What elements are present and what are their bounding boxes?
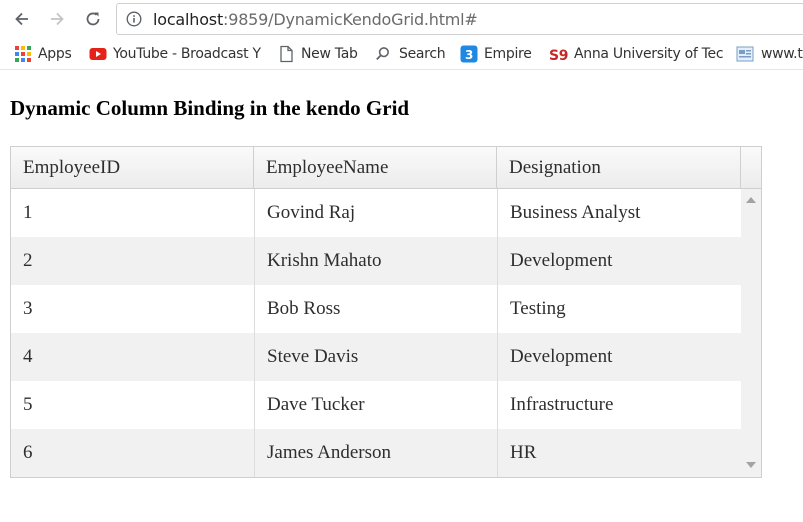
cell-employeename: Govind Raj <box>255 189 498 237</box>
page-icon <box>280 45 293 63</box>
bookmark-www[interactable]: www.t <box>735 44 803 64</box>
bookmark-label: Anna University of Tec <box>574 46 724 62</box>
site-icon <box>736 46 754 62</box>
cell-designation: Development <box>510 346 613 367</box>
cell-employeeid: 1 <box>11 189 255 237</box>
cell-employeename: Dave Tucker <box>255 381 498 429</box>
header-scroll-spacer <box>741 147 761 188</box>
bookmark-label: YouTube - Broadcast Y <box>113 46 261 62</box>
cell-designation: Testing <box>510 298 566 319</box>
bookmark-label: www.t <box>761 46 803 62</box>
scroll-down-arrow-icon[interactable] <box>746 462 756 468</box>
url-host: localhost <box>153 10 224 29</box>
address-bar[interactable]: localhost:9859/DynamicKendoGrid.html# <box>116 3 803 35</box>
cell-employeename: James Anderson <box>255 429 498 477</box>
table-row[interactable]: 3 Bob Ross Testing <box>11 285 741 333</box>
anna-university-icon: S9 <box>549 48 568 63</box>
column-header-employeeid[interactable]: EmployeeID <box>11 147 254 188</box>
cell-employeename: Bob Ross <box>255 285 498 333</box>
forward-arrow-icon <box>51 12 64 26</box>
page-title: Dynamic Column Binding in the kendo Grid <box>10 96 410 120</box>
column-header-employeename[interactable]: EmployeeName <box>254 147 497 188</box>
column-header-designation[interactable]: Designation <box>497 147 741 188</box>
empire-icon: 3 <box>460 45 478 63</box>
url-path: :9859/DynamicKendoGrid.html# <box>223 10 478 29</box>
bookmark-apps[interactable]: Apps <box>14 44 72 64</box>
back-arrow-icon <box>15 12 28 26</box>
cell-designation: HR <box>510 442 537 463</box>
cell-employeeid: 2 <box>11 237 255 285</box>
table-row[interactable]: 4 Steve Davis Development <box>11 333 741 381</box>
bookmark-anna-university[interactable]: S9 Anna University of Tec <box>548 44 724 64</box>
info-icon[interactable] <box>126 11 142 27</box>
apps-grid-icon <box>15 46 31 62</box>
reload-icon <box>86 12 100 26</box>
cell-designation: Business Analyst <box>510 202 641 223</box>
search-icon <box>376 47 389 60</box>
cell-employeename: Steve Davis <box>255 333 498 381</box>
reload-button[interactable] <box>81 7 105 31</box>
bookmarks-bar: Apps YouTube - Broadcast Y New Tab Searc… <box>0 38 803 70</box>
bookmark-empire[interactable]: 3 Empire <box>460 44 532 64</box>
table-row[interactable]: 6 James Anderson HR <box>11 429 741 477</box>
table-row[interactable]: 2 Krishn Mahato Development <box>11 237 741 285</box>
youtube-icon <box>89 48 107 60</box>
bookmark-label: Search <box>399 46 446 62</box>
grid-body: 1 Govind Raj Business Analyst 2 Krishn M… <box>11 189 741 477</box>
cell-employeeid: 4 <box>11 333 255 381</box>
bookmark-new-tab[interactable]: New Tab <box>277 44 358 64</box>
bookmark-search[interactable]: Search <box>375 44 446 64</box>
browser-toolbar: localhost:9859/DynamicKendoGrid.html# <box>0 0 803 38</box>
table-row[interactable]: 1 Govind Raj Business Analyst <box>11 189 741 237</box>
address-url[interactable]: localhost:9859/DynamicKendoGrid.html# <box>153 10 478 29</box>
bookmark-label: Empire <box>484 46 532 62</box>
cell-employeename: Krishn Mahato <box>255 237 498 285</box>
svg-text:3: 3 <box>465 48 473 62</box>
cell-designation: Infrastructure <box>510 394 614 415</box>
kendo-grid: EmployeeID EmployeeName Designation 1 Go… <box>10 146 762 478</box>
bookmark-youtube[interactable]: YouTube - Broadcast Y <box>89 44 261 64</box>
bookmark-label: Apps <box>38 46 72 62</box>
cell-designation: Development <box>510 250 613 271</box>
bookmark-label: New Tab <box>301 46 358 62</box>
cell-employeeid: 3 <box>11 285 255 333</box>
cell-employeeid: 6 <box>11 429 255 477</box>
scroll-up-arrow-icon[interactable] <box>746 197 756 203</box>
vertical-scrollbar[interactable] <box>741 189 761 477</box>
svg-text:S9: S9 <box>549 48 568 63</box>
grid-header: EmployeeID EmployeeName Designation <box>11 147 761 189</box>
cell-employeeid: 5 <box>11 381 255 429</box>
back-button[interactable] <box>10 7 34 31</box>
forward-button[interactable] <box>45 7 69 31</box>
table-row[interactable]: 5 Dave Tucker Infrastructure <box>11 381 741 429</box>
